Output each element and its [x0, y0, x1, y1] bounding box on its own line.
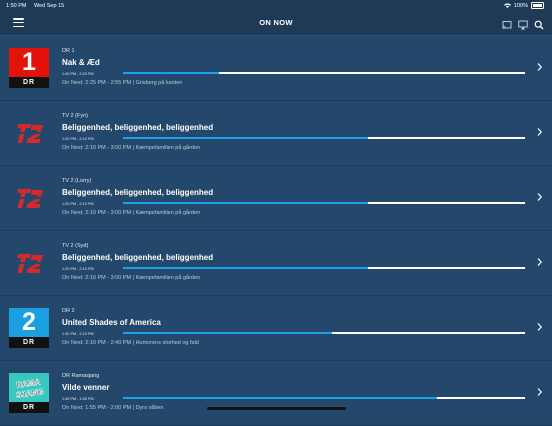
dr1-logo-number: 1 [9, 48, 49, 77]
dr1-logo: 1 DR [9, 48, 49, 88]
channel-name: TV 2 (Fyn) [62, 113, 88, 119]
program-title: Beliggenhed, beliggenhed, beliggenhed [62, 253, 214, 262]
program-title: Beliggenhed, beliggenhed, beliggenhed [62, 123, 214, 132]
program-title: Vilde venner [62, 383, 110, 392]
program-title: Beliggenhed, beliggenhed, beliggenhed [62, 188, 214, 197]
chevron-right-icon [537, 323, 542, 331]
home-indicator[interactable] [207, 407, 346, 410]
chevron-right-icon [537, 258, 542, 266]
program-title: United Shades of America [62, 318, 161, 327]
dr1-logo-dr: DR [9, 77, 49, 88]
channel-row-dr2[interactable]: 2 DR DR 2 United Shades of America 1:30 … [0, 296, 552, 361]
cast-icon[interactable] [502, 17, 512, 29]
channel-name: TV 2 (Lorry) [62, 178, 92, 184]
channel-row-dr-ramasjang[interactable]: RAMA SJANG DR DR Ramasjang Vilde venner … [0, 361, 552, 426]
battery-percent: 100% [513, 2, 528, 9]
chevron-right-icon [537, 63, 542, 71]
wifi-icon [503, 3, 511, 8]
channel-row-tv2-syd[interactable]: TV 2 (Syd) Beliggenhed, beliggenhed, bel… [0, 231, 552, 296]
progress-bar [123, 137, 525, 139]
ramasjang-wordmark: RAMA SJANG [15, 377, 44, 400]
channel-row-tv2-fyn[interactable]: TV 2 (Fyn) Beliggenhed, beliggenhed, bel… [0, 101, 552, 166]
ramasjang-logo: RAMA SJANG DR [9, 373, 49, 413]
channel-name: DR Ramasjang [62, 373, 100, 379]
time-slot: 1:20 PM - 2:10 PM [62, 137, 94, 141]
channel-row-tv2-lorry[interactable]: TV 2 (Lorry) Beliggenhed, beliggenhed, b… [0, 166, 552, 231]
dr2-logo: 2 DR [9, 308, 49, 348]
progress-bar [123, 332, 525, 334]
dr2-logo-number: 2 [9, 308, 49, 337]
top-nav-bar: ON NOW [0, 11, 552, 36]
ramasjang-logo-dr: DR [9, 402, 49, 413]
time-slot: 1:30 PM - 2:10 PM [62, 332, 94, 336]
time-slot: 1:40 PM - 2:25 PM [62, 72, 94, 76]
time-slot: 1:35 PM - 1:55 PM [62, 397, 94, 401]
status-date: Wed Sep 15 [34, 3, 65, 9]
next-program: On Next: 2:10 PM - 2:40 PM | Humorens st… [62, 340, 199, 346]
tv2-logo [13, 189, 49, 208]
chevron-right-icon [537, 193, 542, 201]
status-time: 1:50 PM [6, 3, 27, 9]
channel-list: 1 DR DR 1 Nak & Æd 1:40 PM - 2:25 PM On … [0, 36, 552, 426]
status-bar: 1:50 PM Wed Sep 15 100% [0, 0, 552, 11]
chevron-right-icon [537, 388, 542, 396]
tv2-logo [13, 254, 49, 273]
chevron-right-icon [537, 128, 542, 136]
airplay-icon[interactable] [518, 17, 528, 30]
time-slot: 1:20 PM - 2:10 PM [62, 202, 94, 206]
time-slot: 1:20 PM - 2:10 PM [62, 267, 94, 271]
channel-name: DR 2 [62, 308, 75, 314]
channel-name: TV 2 (Syd) [62, 243, 89, 249]
progress-bar [123, 72, 525, 74]
next-program: On Next: 2:10 PM - 3:00 PM | Kæmpefamili… [62, 275, 201, 281]
ramasjang-logo-text: RAMA SJANG [9, 373, 49, 402]
next-program: On Next: 2:10 PM - 3:00 PM | Kæmpefamili… [62, 210, 201, 216]
channel-name: DR 1 [62, 48, 75, 54]
next-program: On Next: 2:10 PM - 3:00 PM | Kæmpefamili… [62, 145, 201, 151]
tv2-logo [13, 124, 49, 143]
battery-icon [531, 2, 544, 9]
progress-bar [123, 267, 525, 269]
program-title: Nak & Æd [62, 58, 100, 67]
page-title: ON NOW [259, 18, 293, 27]
next-program: On Next: 1:55 PM - 2:00 PM | Dyrs våben [62, 405, 164, 411]
dr2-logo-dr: DR [9, 337, 49, 348]
search-icon[interactable] [534, 17, 544, 30]
channel-row-dr1[interactable]: 1 DR DR 1 Nak & Æd 1:40 PM - 2:25 PM On … [0, 36, 552, 101]
progress-bar [123, 202, 525, 204]
next-program: On Next: 2:25 PM - 2:55 PM | Grisberg på… [62, 80, 183, 86]
progress-bar [123, 397, 525, 399]
